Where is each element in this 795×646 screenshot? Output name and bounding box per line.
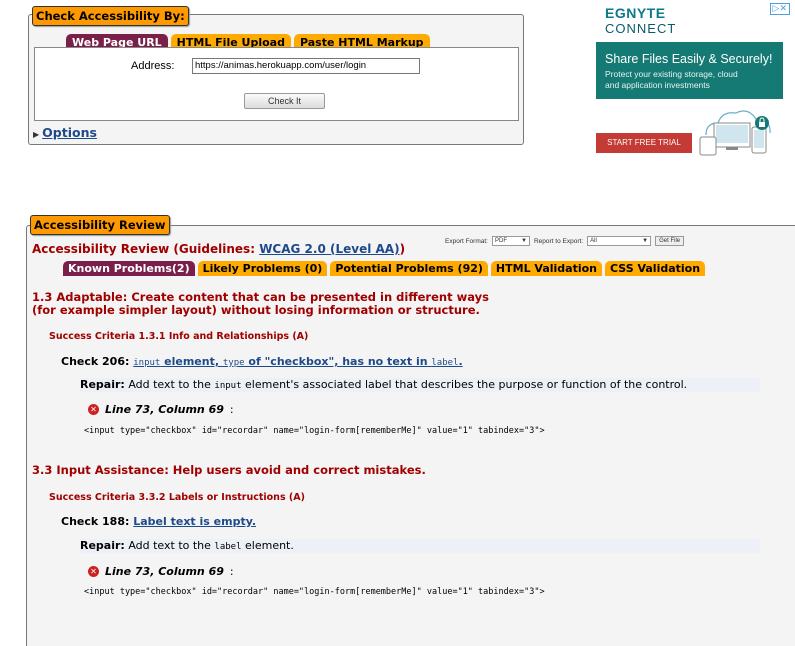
triangle-right-icon: ▶ — [33, 130, 40, 139]
check-text: element, — [160, 355, 223, 368]
address-label: Address: — [131, 60, 175, 72]
address-input[interactable]: https://animas.herokuapp.com/user/login — [192, 58, 420, 74]
error-location: ✕ Line 73, Column 69: — [88, 565, 234, 578]
ad-choices-icon[interactable]: ▷✕ — [769, 3, 790, 15]
wcag-guidelines-link[interactable]: WCAG 2.0 (Level AA) — [259, 242, 399, 256]
options-toggle[interactable]: ▶ Options — [33, 125, 97, 140]
dropdown-arrow-icon: ▼ — [521, 238, 527, 244]
check-panel-legend: Check Accessibility By: — [32, 6, 189, 26]
check-number: Check 188: — [61, 515, 134, 528]
code-type: type — [222, 358, 245, 368]
ad-body-line: Protect your existing storage, cloud — [605, 69, 738, 79]
location-colon: : — [229, 565, 234, 578]
review-title: Accessibility Review (Guidelines: WCAG 2… — [32, 242, 405, 256]
review-tabs: Known Problems(2) Likely Problems (0) Po… — [63, 261, 706, 276]
ad-banner: Share Files Easily & Securely! Protect y… — [596, 42, 783, 99]
guideline-heading: 3.3 Input Assistance: Help users avoid a… — [32, 463, 426, 477]
report-to-export-value: All — [590, 238, 597, 244]
tab-html-validation[interactable]: HTML Validation — [490, 261, 603, 276]
export-controls: Export Format: PDF ▼ Report to Export: Al… — [445, 236, 685, 246]
review-title-suffix: ) — [399, 242, 406, 256]
ad-logo-bottom: CONNECT — [605, 21, 677, 36]
repair-text: Add text to the — [124, 378, 215, 391]
report-to-export-select[interactable]: All ▼ — [587, 236, 652, 246]
check-link[interactable]: Label text is empty. — [133, 515, 256, 528]
dropdown-arrow-icon: ▼ — [642, 238, 649, 244]
guideline-heading: 1.3 Adaptable: Create content that can b… — [32, 291, 489, 317]
location-text: Line 73, Column 69 — [105, 403, 224, 416]
report-to-export-label: Report to Export: — [533, 237, 584, 245]
code-label: label — [431, 358, 459, 368]
options-label: Options — [42, 125, 97, 140]
tab-known-problems[interactable]: Known Problems(2) — [63, 261, 195, 276]
source-code-line: <input type="checkbox" id="recordar" nam… — [84, 587, 545, 597]
error-icon: ✕ — [88, 404, 99, 415]
location-text: Line 73, Column 69 — [105, 565, 224, 578]
export-format-value: PDF — [494, 238, 507, 244]
repair-code: label — [214, 542, 242, 552]
cloud-devices-icon — [699, 110, 771, 156]
ad-body: Protect your existing storage, cloud and… — [605, 69, 738, 91]
success-criteria: Success Criteria 3.3.2 Labels or Instruc… — [49, 492, 305, 503]
repair-row: Repair: Add text to the input element's … — [80, 378, 760, 392]
check-text: . — [458, 355, 463, 368]
address-box: Address: https://animas.herokuapp.com/us… — [34, 47, 519, 121]
repair-text: element's associated label that describe… — [241, 378, 688, 391]
ad-logo-top: EGNYTE — [605, 5, 666, 21]
repair-text: element. — [241, 539, 294, 552]
repair-code: input — [214, 381, 242, 391]
tab-potential-problems[interactable]: Potential Problems (92) — [330, 261, 488, 276]
check-heading: Check 206: input element, type of "check… — [61, 355, 463, 368]
check-link[interactable]: input element, type of "checkbox", has n… — [133, 355, 462, 368]
success-criteria: Success Criteria 1.3.1 Info and Relation… — [49, 331, 309, 342]
source-code-line: <input type="checkbox" id="recordar" nam… — [84, 426, 545, 436]
location-colon: : — [229, 403, 234, 416]
check-it-button[interactable]: Check It — [244, 93, 325, 109]
tab-likely-problems[interactable]: Likely Problems (0) — [197, 261, 328, 276]
ad-logo: EGNYTE CONNECT — [605, 5, 677, 37]
export-format-label: Export Format: — [445, 237, 488, 245]
get-file-button[interactable]: Get File — [655, 236, 685, 246]
code-input: input — [133, 358, 161, 368]
export-format-select[interactable]: PDF ▼ — [491, 236, 530, 246]
ad-start-trial-button[interactable]: START FREE TRIAL — [596, 133, 692, 153]
check-heading: Check 188: Label text is empty. — [61, 515, 256, 528]
advertisement[interactable]: ▷✕ EGNYTE CONNECT Share Files Easily & S… — [596, 0, 790, 158]
ad-headline: Share Files Easily & Securely! — [605, 52, 773, 66]
check-number: Check 206: — [61, 355, 134, 368]
repair-text: Add text to the — [124, 539, 215, 552]
review-panel-legend: Accessibility Review — [30, 215, 170, 235]
review-title-prefix: Accessibility Review (Guidelines: — [32, 242, 260, 256]
ad-body-line: and application investments — [605, 80, 710, 90]
check-text: of "checkbox", has no text in — [244, 355, 432, 368]
tab-css-validation[interactable]: CSS Validation — [605, 261, 706, 276]
error-icon: ✕ — [88, 566, 99, 577]
repair-label: Repair: — [80, 378, 125, 391]
repair-row: Repair: Add text to the label element. — [80, 539, 760, 553]
guideline-line: (for example simpler layout) without los… — [32, 303, 480, 317]
error-location: ✕ Line 73, Column 69: — [88, 403, 234, 416]
repair-label: Repair: — [80, 539, 125, 552]
